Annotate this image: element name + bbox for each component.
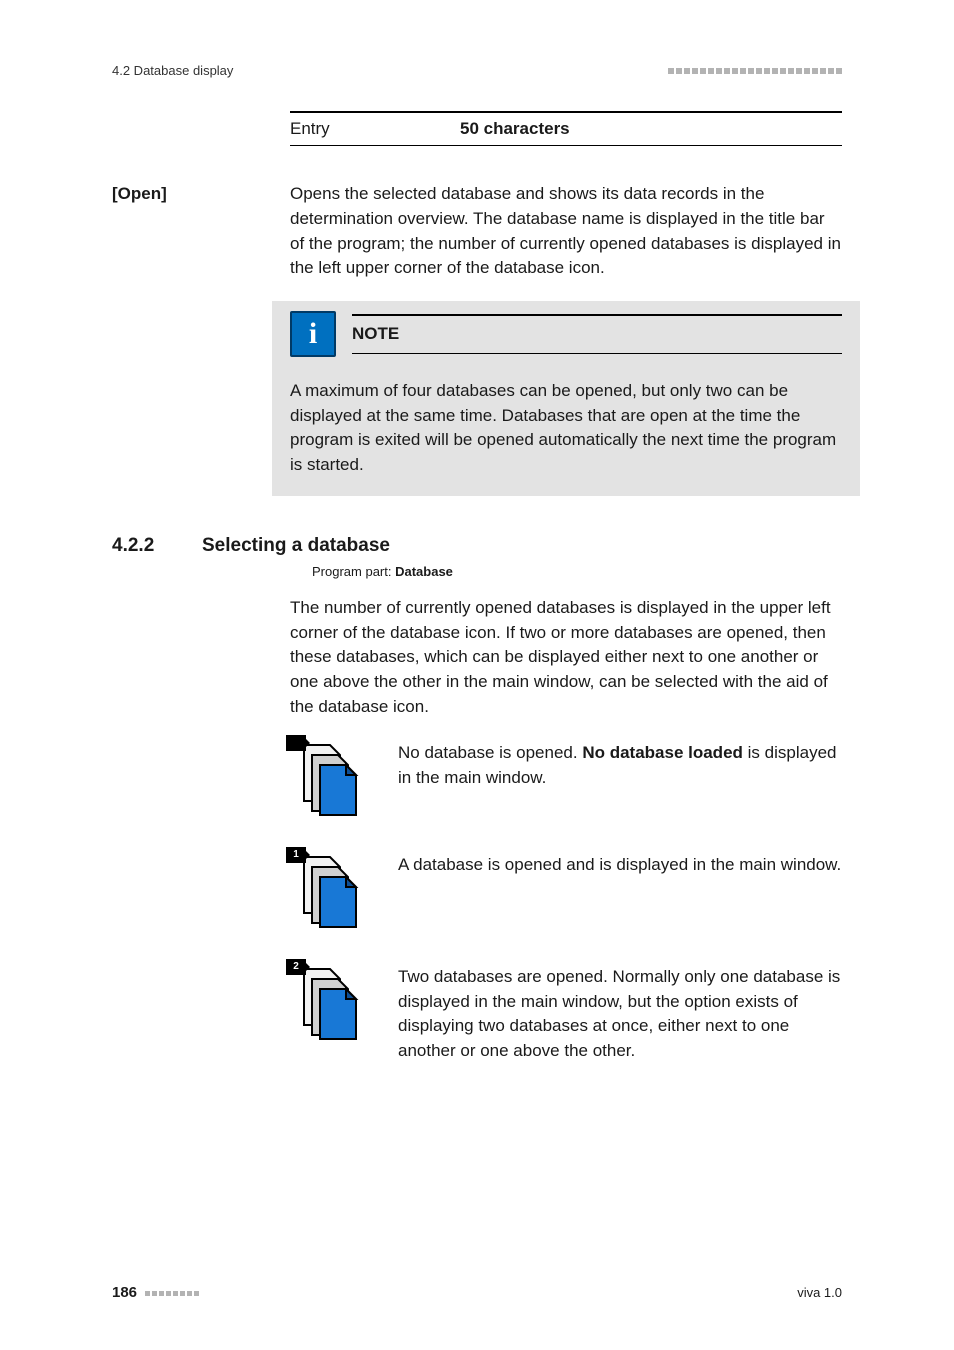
database-icon: 2: [290, 963, 368, 1041]
page-number: 186: [112, 1282, 137, 1304]
database-icon: [290, 739, 368, 817]
note-title: NOTE: [352, 324, 399, 343]
badge-count-icon: 2: [286, 959, 306, 975]
document-page: 4.2 Database display Entry 50 characters…: [0, 0, 954, 1350]
section-body: The number of currently opened databases…: [290, 596, 842, 719]
icon-state-text-pre: Two databases are opened. Normally only …: [398, 967, 840, 1060]
icon-state-text-pre: No database is opened.: [398, 743, 582, 762]
program-part: Program part: Database: [312, 563, 842, 582]
program-part-prefix: Program part:: [312, 564, 395, 579]
header-section-ref: 4.2 Database display: [112, 62, 233, 81]
entry-value: 50 characters: [460, 117, 570, 142]
footer-decoration-dots: [145, 1291, 199, 1296]
doc-version: viva 1.0: [797, 1284, 842, 1303]
section-title: Selecting a database: [202, 532, 390, 560]
entry-label: Entry: [290, 117, 460, 142]
open-heading: [Open]: [112, 182, 290, 207]
header-decoration-dots: [668, 68, 842, 74]
section-number: 4.2.2: [112, 532, 202, 560]
note-body: A maximum of four databases can be opene…: [290, 379, 842, 478]
content-grid: Entry 50 characters [Open] Opens the sel…: [112, 111, 842, 1098]
list-item: 2 Two databases are opened. Normally onl…: [290, 963, 842, 1064]
badge-count-icon: 1: [286, 847, 306, 863]
running-header: 4.2 Database display: [112, 62, 842, 81]
icon-state-text: No database is opened. No database loade…: [398, 739, 842, 790]
database-icon: 1: [290, 851, 368, 929]
icon-state-text: Two databases are opened. Normally only …: [398, 963, 842, 1064]
icon-state-text-pre: A database is opened and is displayed in…: [398, 855, 841, 874]
icon-state-text: A database is opened and is displayed in…: [398, 851, 842, 878]
page-footer: 186 viva 1.0: [112, 1282, 842, 1304]
info-icon: i: [290, 311, 336, 357]
icon-state-text-bold: No database loaded: [582, 743, 743, 762]
list-item: 1 A database is opened and is displayed …: [290, 851, 842, 929]
badge-blank-icon: [286, 735, 306, 751]
section-heading: 4.2.2 Selecting a database: [112, 532, 842, 560]
note-box: i NOTE A maximum of four databases can b…: [272, 301, 860, 496]
program-part-value: Database: [395, 564, 453, 579]
entry-table: Entry 50 characters: [290, 111, 842, 147]
list-item: No database is opened. No database loade…: [290, 739, 842, 817]
open-body: Opens the selected database and shows it…: [290, 182, 842, 281]
